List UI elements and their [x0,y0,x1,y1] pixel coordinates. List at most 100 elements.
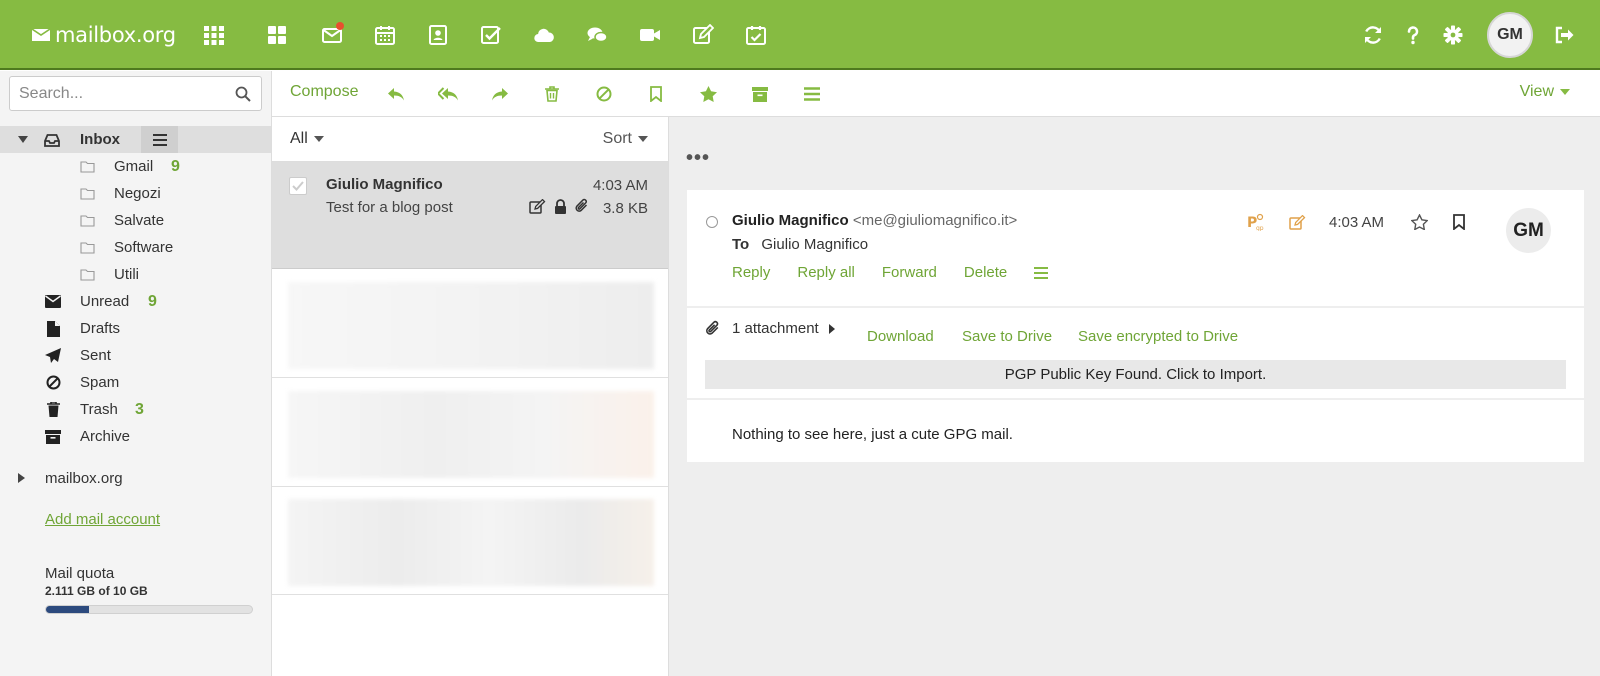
draft-edit-icon [1287,212,1307,232]
to-label: To [732,236,750,253]
mail-sender[interactable]: Giulio Magnifico <me@giuliomagnifico.it> [732,212,1017,229]
list-item-placeholder [272,379,668,487]
more-options-icon[interactable]: ••• [686,147,710,170]
folder-archive[interactable]: Archive [0,423,271,450]
filter-dropdown[interactable]: All [290,130,324,148]
archive-button-icon[interactable] [750,84,770,104]
reply-all-link[interactable]: Reply all [797,264,855,281]
notes-icon[interactable] [690,22,716,48]
search-icon[interactable] [235,86,251,102]
folder-label: Archive [80,428,131,445]
spam-button-icon[interactable] [594,84,614,104]
inbox-icon [43,131,61,149]
caret-down-icon[interactable] [14,131,32,149]
account-mailbox-org[interactable]: mailbox.org [0,467,271,489]
folder-label: Unread [80,293,130,310]
folder-label: Negozi [114,185,161,202]
folder-menu-button[interactable] [141,126,178,153]
sender-avatar: GM [1506,208,1551,253]
unread-toggle[interactable] [706,216,718,228]
bookmark-outline-icon[interactable] [1449,212,1469,232]
help-icon[interactable] [1400,22,1426,48]
attachments-toggle[interactable]: 1 attachment [705,320,835,337]
folder-label: Spam [80,374,120,391]
chat-icon[interactable] [584,22,610,48]
folder-inbox[interactable]: Inbox [0,126,271,153]
settings-icon[interactable] [1440,22,1466,48]
pgp-import-notice[interactable]: PGP Public Key Found. Click to Import. [705,360,1566,389]
calendar-icon[interactable] [372,22,398,48]
folder-drafts[interactable]: Drafts [0,315,271,342]
message-list-item[interactable]: Giulio Magnifico Test for a blog post 4:… [272,162,668,269]
view-dropdown[interactable]: View [1520,83,1570,101]
reply-link[interactable]: Reply [732,264,770,281]
calendar-check-icon[interactable] [743,22,769,48]
folder-label: Salvate [114,212,165,229]
list-item-placeholder [272,487,668,595]
folder-trash[interactable]: Trash 3 [0,396,271,423]
forward-icon[interactable] [490,84,510,104]
folder-label: Software [114,239,174,256]
pgp-icon: Pgp [1247,212,1267,232]
account-label: mailbox.org [45,469,123,487]
divider [687,398,1584,400]
save-encrypted-link[interactable]: Save encrypted to Drive [1078,328,1238,345]
contacts-icon[interactable] [425,22,451,48]
bookmark-icon[interactable] [646,84,666,104]
user-avatar[interactable]: GM [1487,12,1533,58]
folder-software[interactable]: Software [0,234,271,261]
more-menu-icon[interactable] [802,84,822,104]
delete-icon[interactable] [542,84,562,104]
logout-icon[interactable] [1551,22,1577,48]
sent-icon [44,347,62,365]
folder-unread[interactable]: Unread 9 [0,288,271,315]
star-outline-icon[interactable] [1409,212,1429,232]
folder-label: Inbox [80,131,120,148]
compose-button[interactable]: Compose [290,83,358,101]
tasks-icon[interactable] [478,22,504,48]
quota-bar [45,605,253,614]
message-list: All Sort Giulio Magnifico Test for a blo… [272,117,669,676]
folder-gmail[interactable]: Gmail 9 [0,153,271,180]
star-icon[interactable] [698,84,718,104]
search-box[interactable] [9,76,262,111]
delete-link[interactable]: Delete [964,264,1007,281]
dashboard-icon[interactable] [264,22,290,48]
reply-icon[interactable] [386,84,406,104]
apps-grid-icon[interactable] [201,22,227,48]
logo[interactable]: mailbox.org [32,22,176,48]
download-link[interactable]: Download [867,328,934,345]
archive-icon [44,428,62,446]
list-item-placeholder [272,270,668,378]
sort-dropdown[interactable]: Sort [603,130,648,148]
message-subject: Test for a blog post [326,199,453,216]
folder-sent[interactable]: Sent [0,342,271,369]
reply-all-icon[interactable] [438,84,458,104]
list-header: All Sort [272,117,668,162]
forward-link[interactable]: Forward [882,264,937,281]
reading-pane: ••• Giulio Magnifico <me@giuliomagnifico… [669,117,1600,676]
mail-menu-icon[interactable] [1034,266,1049,279]
folder-label: Drafts [80,320,121,337]
cloud-icon[interactable] [531,22,557,48]
folder-utili[interactable]: Utili [0,261,271,288]
message-flags [529,198,589,214]
save-to-drive-link[interactable]: Save to Drive [962,328,1052,345]
message-size: 3.8 KB [602,200,648,217]
mail-icon[interactable] [319,22,345,48]
recipient-name[interactable]: Giulio Magnifico [761,236,868,253]
folder-icon [78,239,96,257]
refresh-icon[interactable] [1360,22,1386,48]
add-mail-account-link[interactable]: Add mail account [45,511,160,528]
logo-envelope-icon [32,28,50,41]
folder-salvate[interactable]: Salvate [0,207,271,234]
message-checkbox[interactable] [289,177,307,195]
spam-icon [44,374,62,392]
caret-right-icon[interactable] [12,469,30,487]
search-input[interactable] [19,84,229,103]
quota-value: 2.111 GB of 10 GB [45,584,148,598]
folder-spam[interactable]: Spam [0,369,271,396]
video-icon[interactable] [637,22,663,48]
draft-edit-icon [529,198,546,214]
folder-negozi[interactable]: Negozi [0,180,271,207]
